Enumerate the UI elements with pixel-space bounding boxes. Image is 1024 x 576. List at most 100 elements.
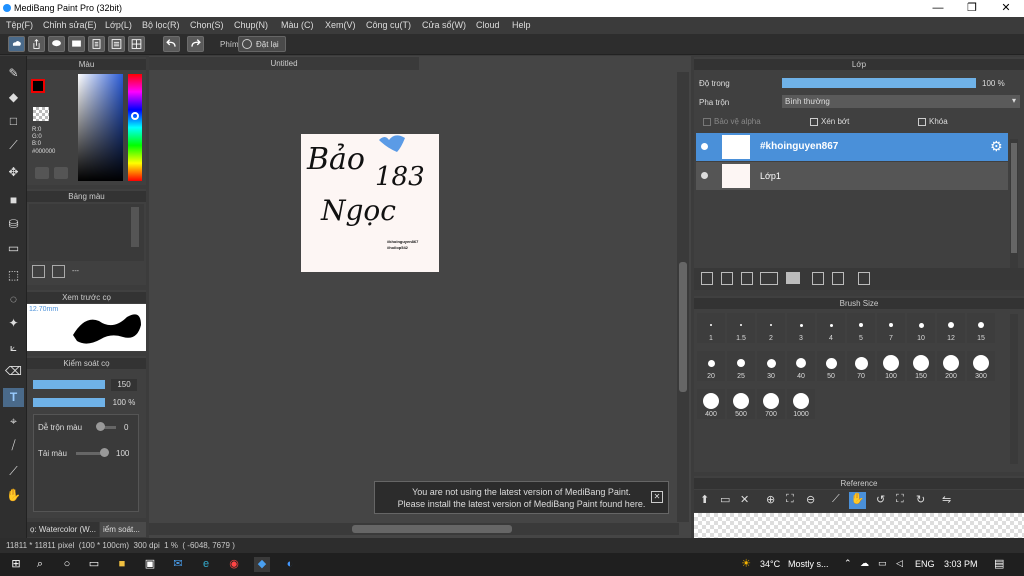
horizontal-scroll-thumb[interactable] — [352, 525, 512, 533]
layer-row-selected[interactable]: #khoinguyen867 ⚙ — [696, 133, 1008, 161]
menu-view[interactable]: Xem(V) — [325, 20, 356, 30]
visibility-icon[interactable] — [701, 143, 708, 150]
brush-size-option[interactable]: 50 — [817, 351, 845, 381]
eyedropper-icon[interactable]: ⟋ — [3, 462, 24, 481]
magic-wand-icon[interactable]: ✦ — [3, 314, 24, 333]
brush-size-option[interactable]: 300 — [967, 351, 995, 381]
brush-size-option[interactable]: 200 — [937, 351, 965, 381]
volume-icon[interactable]: ◁ — [896, 558, 903, 569]
new-layer-icon[interactable] — [701, 272, 713, 285]
vertical-scroll-thumb[interactable] — [679, 262, 687, 392]
reload-slider[interactable] — [100, 448, 109, 457]
redo-icon[interactable] — [187, 36, 204, 52]
move-tool-icon[interactable]: ✥ — [3, 163, 24, 182]
gradient-tool-icon[interactable]: ▭ — [3, 239, 24, 258]
dot-tool-icon[interactable]: □ — [3, 112, 24, 131]
brush-opacity-value[interactable]: 100 % — [109, 397, 139, 409]
menu-help[interactable]: Help — [512, 20, 531, 30]
canvas-horizontal-scrollbar[interactable] — [149, 523, 679, 535]
eraser-tool-icon[interactable]: ◆ — [3, 88, 24, 107]
cortana-icon[interactable]: ○ — [59, 557, 75, 572]
task-view-icon[interactable]: ▭ — [86, 557, 102, 572]
menu-window[interactable]: Cửa sổ(W) — [422, 20, 466, 30]
undo-icon[interactable] — [163, 36, 180, 52]
folder-icon[interactable] — [786, 272, 800, 284]
saturation-picker[interactable] — [78, 74, 123, 181]
select-eraser-icon[interactable]: ⌫ — [3, 362, 24, 381]
cloud-icon[interactable]: ☁ — [860, 558, 869, 569]
brush-size-option[interactable]: 1 — [697, 313, 725, 343]
menu-edit[interactable]: Chỉnh sửa(E) — [43, 20, 97, 30]
messenger-icon[interactable]: ◐ — [282, 557, 298, 572]
brush-size-option[interactable]: 30 — [757, 351, 785, 381]
brush-size-option[interactable]: 70 — [847, 351, 875, 381]
divide-tool-icon[interactable]: ⧸ — [3, 436, 24, 455]
bucket-tool-icon[interactable]: ⛁ — [3, 215, 24, 234]
brush-size-option[interactable]: 700 — [757, 389, 785, 419]
update-notice[interactable]: You are not using the latest version of … — [374, 481, 669, 514]
protect-alpha-checkbox[interactable] — [703, 118, 711, 126]
brush-size-option[interactable]: 20 — [697, 351, 725, 381]
notice-close-button[interactable]: ✕ — [651, 491, 663, 503]
upload-icon[interactable]: ⬆ — [700, 493, 709, 506]
hue-slider[interactable] — [128, 74, 142, 181]
comment-icon[interactable] — [48, 36, 65, 52]
brush-size-option[interactable]: 25 — [727, 351, 755, 381]
delete-palette-icon[interactable] — [52, 265, 65, 278]
visibility-icon[interactable] — [701, 172, 708, 179]
hue-handle[interactable] — [131, 112, 139, 120]
brush-opacity-bar[interactable] — [33, 398, 105, 407]
list-icon[interactable] — [108, 36, 125, 52]
add-layer-dropdown-icon[interactable] — [760, 272, 778, 285]
lock-checkbox[interactable] — [918, 118, 926, 126]
drawing-canvas[interactable]: Bảo 183 Ngọc #khoinguyen867 #hoilop542 — [301, 134, 439, 272]
medibang-taskbar-icon[interactable]: ◆ — [254, 557, 270, 572]
share-icon[interactable] — [28, 36, 45, 52]
select-rect-icon[interactable]: ⬚ — [3, 266, 24, 285]
document-tab[interactable]: Untitled — [149, 57, 419, 70]
weather-temp[interactable]: 34°C — [760, 559, 780, 569]
minimize-button[interactable]: — — [921, 0, 955, 17]
hand-tool-icon[interactable]: ✋ — [3, 486, 24, 505]
select-pen2-icon[interactable]: ⟀ — [3, 338, 24, 357]
layer-scroll-thumb[interactable] — [1011, 143, 1017, 253]
brush-size-option[interactable]: 1.5 — [727, 313, 755, 343]
clipping-checkbox[interactable] — [810, 118, 818, 126]
brush-size-option[interactable]: 40 — [787, 351, 815, 381]
maximize-button[interactable]: ❐ — [955, 0, 989, 17]
primary-color-swatch[interactable] — [31, 79, 45, 93]
clock[interactable]: 3:03 PM — [944, 559, 978, 569]
flip-icon[interactable]: ⇋ — [942, 493, 951, 506]
brush-tool-icon[interactable]: ✎ — [3, 64, 24, 83]
zoom-in-icon[interactable]: ⊕ — [766, 493, 775, 506]
menu-filter[interactable]: Bộ lọc(R) — [142, 20, 180, 30]
rotate-left-icon[interactable]: ↺ — [876, 493, 885, 506]
mail-icon[interactable]: ✉ — [170, 557, 186, 572]
menu-color[interactable]: Màu (C) — [281, 20, 314, 30]
network-icon[interactable]: ▭ — [878, 558, 887, 569]
brush-size-option[interactable]: 12 — [937, 313, 965, 343]
blend-slider[interactable] — [96, 422, 105, 431]
edge-icon[interactable]: e — [198, 557, 214, 572]
brush-size-option[interactable]: 4 — [817, 313, 845, 343]
gear-icon[interactable]: ⚙ — [990, 138, 1003, 155]
layer-opacity-bar[interactable] — [782, 78, 976, 88]
close-reference-icon[interactable]: ✕ — [740, 493, 749, 506]
layer-scrollbar[interactable] — [1010, 139, 1018, 269]
brush-size-option[interactable]: 2 — [757, 313, 785, 343]
windows-start-icon[interactable]: ⊞ — [8, 557, 24, 572]
select-pen-icon[interactable]: ⟋ — [3, 136, 24, 155]
brush-size-option[interactable]: 7 — [877, 313, 905, 343]
rectangle-fill-icon[interactable]: ■ — [3, 191, 24, 210]
brush-size-scrollbar[interactable] — [1010, 314, 1018, 464]
brush-size-bar[interactable] — [33, 380, 105, 389]
brush-size-option[interactable]: 500 — [727, 389, 755, 419]
language-indicator[interactable]: ENG — [915, 559, 935, 569]
menu-file[interactable]: Tệp(F) — [6, 20, 33, 30]
brush-size-value[interactable]: 150 — [111, 379, 137, 391]
menu-snap[interactable]: Chụp(N) — [234, 20, 268, 30]
notifications-icon[interactable]: ▤ — [994, 557, 1004, 570]
layer-row[interactable]: Lớp1 — [696, 162, 1008, 190]
merge-layer-icon[interactable] — [832, 272, 844, 285]
chrome-icon[interactable]: ◉ — [226, 557, 242, 572]
